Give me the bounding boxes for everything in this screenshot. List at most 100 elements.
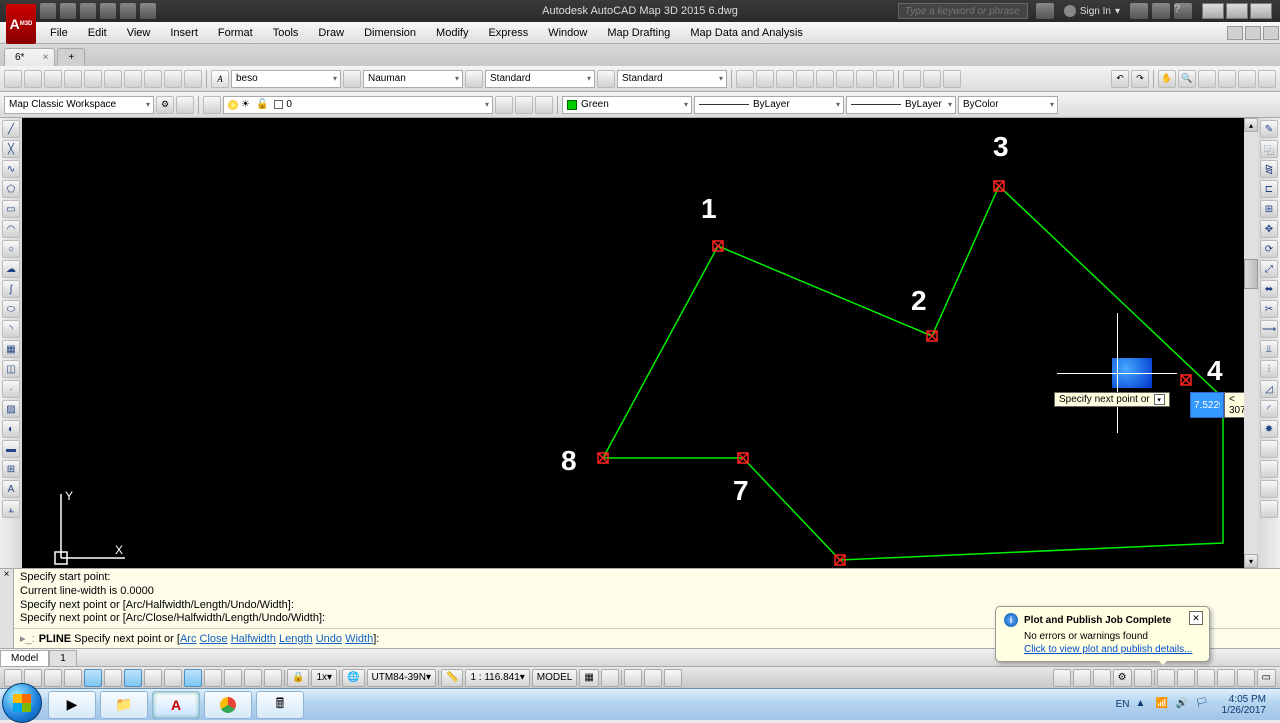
sb-icon[interactable]: ⚙ [1113, 669, 1132, 687]
tb-icon[interactable] [4, 70, 22, 88]
close-button[interactable]: ✕ [1250, 3, 1272, 19]
scale-lock-icon[interactable]: 🔒 [287, 669, 309, 687]
menu-format[interactable]: Format [208, 24, 263, 42]
clean-screen-icon[interactable]: ▭ [1257, 669, 1276, 687]
doc-restore-button[interactable] [1245, 26, 1261, 40]
vertical-scrollbar[interactable]: ▴ ▾ [1244, 118, 1258, 568]
tb-icon[interactable] [144, 70, 162, 88]
menu-map-data[interactable]: Map Data and Analysis [680, 24, 813, 42]
menu-dimension[interactable]: Dimension [354, 24, 426, 42]
sb-icon[interactable] [1093, 669, 1111, 687]
arc-icon[interactable]: ◠ [2, 220, 20, 238]
save-icon[interactable] [80, 3, 96, 19]
tb-icon[interactable] [104, 70, 122, 88]
sb-icon[interactable] [1157, 669, 1175, 687]
open-icon[interactable] [60, 3, 76, 19]
file-tab-active[interactable]: 6*× [4, 48, 55, 66]
clock[interactable]: 4:05 PM 1/26/2017 [1216, 694, 1273, 716]
tb-icon[interactable] [184, 70, 202, 88]
minimize-button[interactable]: — [1202, 3, 1224, 19]
tb-icon[interactable] [1260, 460, 1278, 478]
extend-icon[interactable]: ⟶ [1260, 320, 1278, 338]
tb-icon[interactable] [1198, 70, 1216, 88]
balloon-details-link[interactable]: Click to view plot and publish details..… [1024, 644, 1201, 655]
lineweight-combo[interactable]: ByLayer [846, 96, 956, 114]
map-scale-readout[interactable]: 1 : 116.841 ▾ [465, 669, 529, 687]
sb-icon[interactable] [601, 669, 619, 687]
polyline-icon[interactable]: ∿ [2, 160, 20, 178]
sb-icon[interactable] [104, 669, 122, 687]
sb-icon[interactable] [204, 669, 222, 687]
cmdwin-close-icon[interactable]: × [0, 569, 14, 648]
app-menu-button[interactable]: AM3D [6, 4, 36, 44]
sb-icon[interactable] [1134, 669, 1152, 687]
infocenter-search[interactable] [898, 3, 1028, 19]
tb-icon[interactable] [903, 70, 921, 88]
volume-icon[interactable]: 🔊 [1176, 698, 1190, 712]
coord-sys-readout[interactable]: UTM84-39N ▾ [367, 669, 437, 687]
drawing-canvas[interactable]: 1 2 3 4 7 8 Y X Specify next point or ▾ [22, 118, 1244, 568]
task-explorer[interactable]: 📁 [100, 691, 148, 719]
make-block-icon[interactable]: ◫ [2, 360, 20, 378]
tb-icon[interactable] [796, 70, 814, 88]
tb-icon[interactable] [164, 70, 182, 88]
ml-style-combo[interactable]: Standard [617, 70, 727, 88]
tb-icon[interactable] [1218, 70, 1236, 88]
scroll-down-icon[interactable]: ▾ [1244, 554, 1258, 568]
help-icon[interactable]: ? [1174, 3, 1192, 19]
task-calculator[interactable]: 🖩 [256, 691, 304, 719]
redo-icon[interactable] [120, 3, 136, 19]
hatch-icon[interactable]: ▨ [2, 400, 20, 418]
menu-map-drafting[interactable]: Map Drafting [597, 24, 680, 42]
signin-button[interactable]: Sign In▾ [1058, 5, 1126, 17]
menu-draw[interactable]: Draw [308, 24, 354, 42]
scale-icon[interactable]: ⤢ [1260, 260, 1278, 278]
options-dropdown-icon[interactable]: ▾ [1154, 394, 1165, 405]
menu-tools[interactable]: Tools [263, 24, 309, 42]
move-icon[interactable]: ✥ [1260, 220, 1278, 238]
revision-cloud-icon[interactable]: ☁ [2, 260, 20, 278]
trim-icon[interactable]: ✂ [1260, 300, 1278, 318]
annotation-scale[interactable]: 1x ▾ [311, 669, 337, 687]
dim-style-combo[interactable]: Nauman [363, 70, 463, 88]
polygon-icon[interactable]: ⬠ [2, 180, 20, 198]
tb-icon[interactable] [124, 70, 142, 88]
table-style-icon[interactable] [465, 70, 483, 88]
model-tab[interactable]: Model [0, 650, 49, 666]
tb-icon[interactable] [836, 70, 854, 88]
close-icon[interactable]: × [43, 52, 49, 63]
tb-icon[interactable] [176, 96, 194, 114]
stretch-icon[interactable]: ⬌ [1260, 280, 1278, 298]
tb-icon[interactable] [1260, 480, 1278, 498]
menu-insert[interactable]: Insert [160, 24, 208, 42]
tb-icon[interactable] [856, 70, 874, 88]
coord-sys-icon[interactable]: 🌐 [342, 669, 364, 687]
break-icon[interactable]: ⫫ [1260, 340, 1278, 358]
menu-express[interactable]: Express [478, 24, 538, 42]
tb-icon[interactable] [756, 70, 774, 88]
task-media-player[interactable]: ▶ [48, 691, 96, 719]
ml-style-icon[interactable] [597, 70, 615, 88]
new-icon[interactable] [40, 3, 56, 19]
sb-icon[interactable] [244, 669, 262, 687]
point-icon[interactable]: · [2, 380, 20, 398]
mirror-icon[interactable]: ⧎ [1260, 160, 1278, 178]
layer-combo[interactable]: ☀🔓0 [223, 96, 493, 114]
tb-icon[interactable] [736, 70, 754, 88]
menu-window[interactable]: Window [538, 24, 597, 42]
ellipse-icon[interactable]: ⬭ [2, 300, 20, 318]
search-icon[interactable] [1036, 3, 1054, 19]
ellipse-arc-icon[interactable]: ◝ [2, 320, 20, 338]
sb-icon[interactable] [44, 669, 62, 687]
tb-icon[interactable] [876, 70, 894, 88]
zoom-icon[interactable]: 🔍 [1178, 70, 1196, 88]
join-icon[interactable]: ⫶ [1260, 360, 1278, 378]
menu-file[interactable]: File [40, 24, 78, 42]
task-chrome[interactable] [204, 691, 252, 719]
text-style-combo[interactable]: beso [231, 70, 341, 88]
new-file-tab[interactable]: + [57, 48, 85, 66]
action-center-icon[interactable]: 🏳 [1196, 698, 1210, 712]
start-button[interactable] [2, 683, 42, 723]
table-style-combo[interactable]: Standard [485, 70, 595, 88]
balloon-close-icon[interactable]: ✕ [1189, 611, 1203, 625]
